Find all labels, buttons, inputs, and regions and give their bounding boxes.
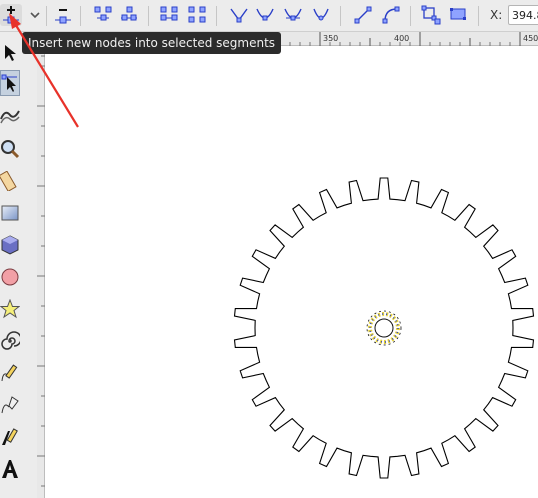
pen-tool-icon [1,396,19,414]
rectangle-tool-icon [1,205,19,221]
join-endnodes-segment-button[interactable] [158,4,180,26]
object-to-path-icon [421,5,441,25]
text-tool-icon [2,460,18,478]
zoom-tool[interactable] [0,136,20,162]
insert-nodes-button[interactable] [0,4,22,26]
node-tool[interactable] [0,70,20,96]
join-nodes-button[interactable] [92,4,114,26]
x-coordinate-label: X: [490,8,503,22]
drawing-canvas[interactable] [45,46,538,498]
break-path-button[interactable] [118,4,140,26]
segment-line-icon [354,6,372,24]
gear-path[interactable] [233,177,535,479]
tooltip: Insert new nodes into selected segments [22,32,282,54]
object-to-path-button[interactable] [420,4,442,26]
vertical-ruler-ticks [37,55,45,487]
text-tool[interactable] [0,456,20,482]
insert-nodes-icon [3,6,19,24]
pencil-tool[interactable] [0,360,20,386]
node-toolbar: X: 394.8 [0,0,538,32]
star-tool-icon [0,299,20,319]
segment-line-button[interactable] [352,4,374,26]
delete-segment-button[interactable] [186,4,208,26]
ruler-label-350: 350 [323,34,339,43]
3d-box-tool[interactable] [0,232,20,258]
segment-curve-button[interactable] [380,4,402,26]
cusp-node-icon [230,8,248,23]
selector-tool[interactable] [0,40,20,66]
spiral-tool[interactable] [0,328,20,354]
measure-tool[interactable] [0,168,20,194]
break-path-icon [121,6,137,21]
vertical-ruler [37,46,45,498]
x-coordinate-input[interactable]: 394.8 [508,5,538,25]
stroke-to-path-button[interactable] [448,4,470,26]
tweak-tool[interactable] [0,102,20,128]
3d-box-tool-icon [1,235,19,255]
join-nodes-icon [94,6,112,21]
segment-curve-icon [382,6,400,24]
calligraphy-tool[interactable] [0,424,20,450]
pencil-tool-icon [1,364,18,382]
auto-smooth-node-button[interactable] [310,4,332,26]
auto-smooth-node-icon [313,8,329,21]
stroke-to-path-icon [450,8,466,20]
star-tool[interactable] [0,296,20,322]
zoom-tool-icon [1,140,20,159]
cusp-node-button[interactable] [228,4,250,26]
canvas-drawing [233,177,535,479]
tweak-tool-icon [0,110,20,124]
smooth-node-icon [256,8,274,21]
node-tool-icon [1,74,17,92]
measure-tool-icon [0,171,17,191]
toolbox [0,32,37,498]
smooth-node-button[interactable] [254,4,276,26]
ruler-label-400: 400 [394,34,410,43]
calligraphy-tool-icon [2,428,18,445]
join-endnodes-segment-icon [160,6,178,21]
spiral-tool-icon [1,331,20,350]
ellipse-tool[interactable] [0,264,20,290]
more-options-button[interactable] [24,4,46,26]
selected-inner-circle[interactable] [366,310,402,346]
delete-nodes-button[interactable] [52,4,74,26]
pen-tool[interactable] [0,392,20,418]
rectangle-tool[interactable] [0,200,20,226]
chevron-down-icon [30,12,40,19]
ellipse-tool-icon [1,268,19,286]
ruler-label-450: 450 [523,34,538,43]
selector-tool-icon [5,45,16,61]
symmetric-node-button[interactable] [282,4,304,26]
symmetric-node-icon [284,8,302,21]
delete-segment-icon [188,6,206,23]
delete-nodes-icon [55,9,71,24]
